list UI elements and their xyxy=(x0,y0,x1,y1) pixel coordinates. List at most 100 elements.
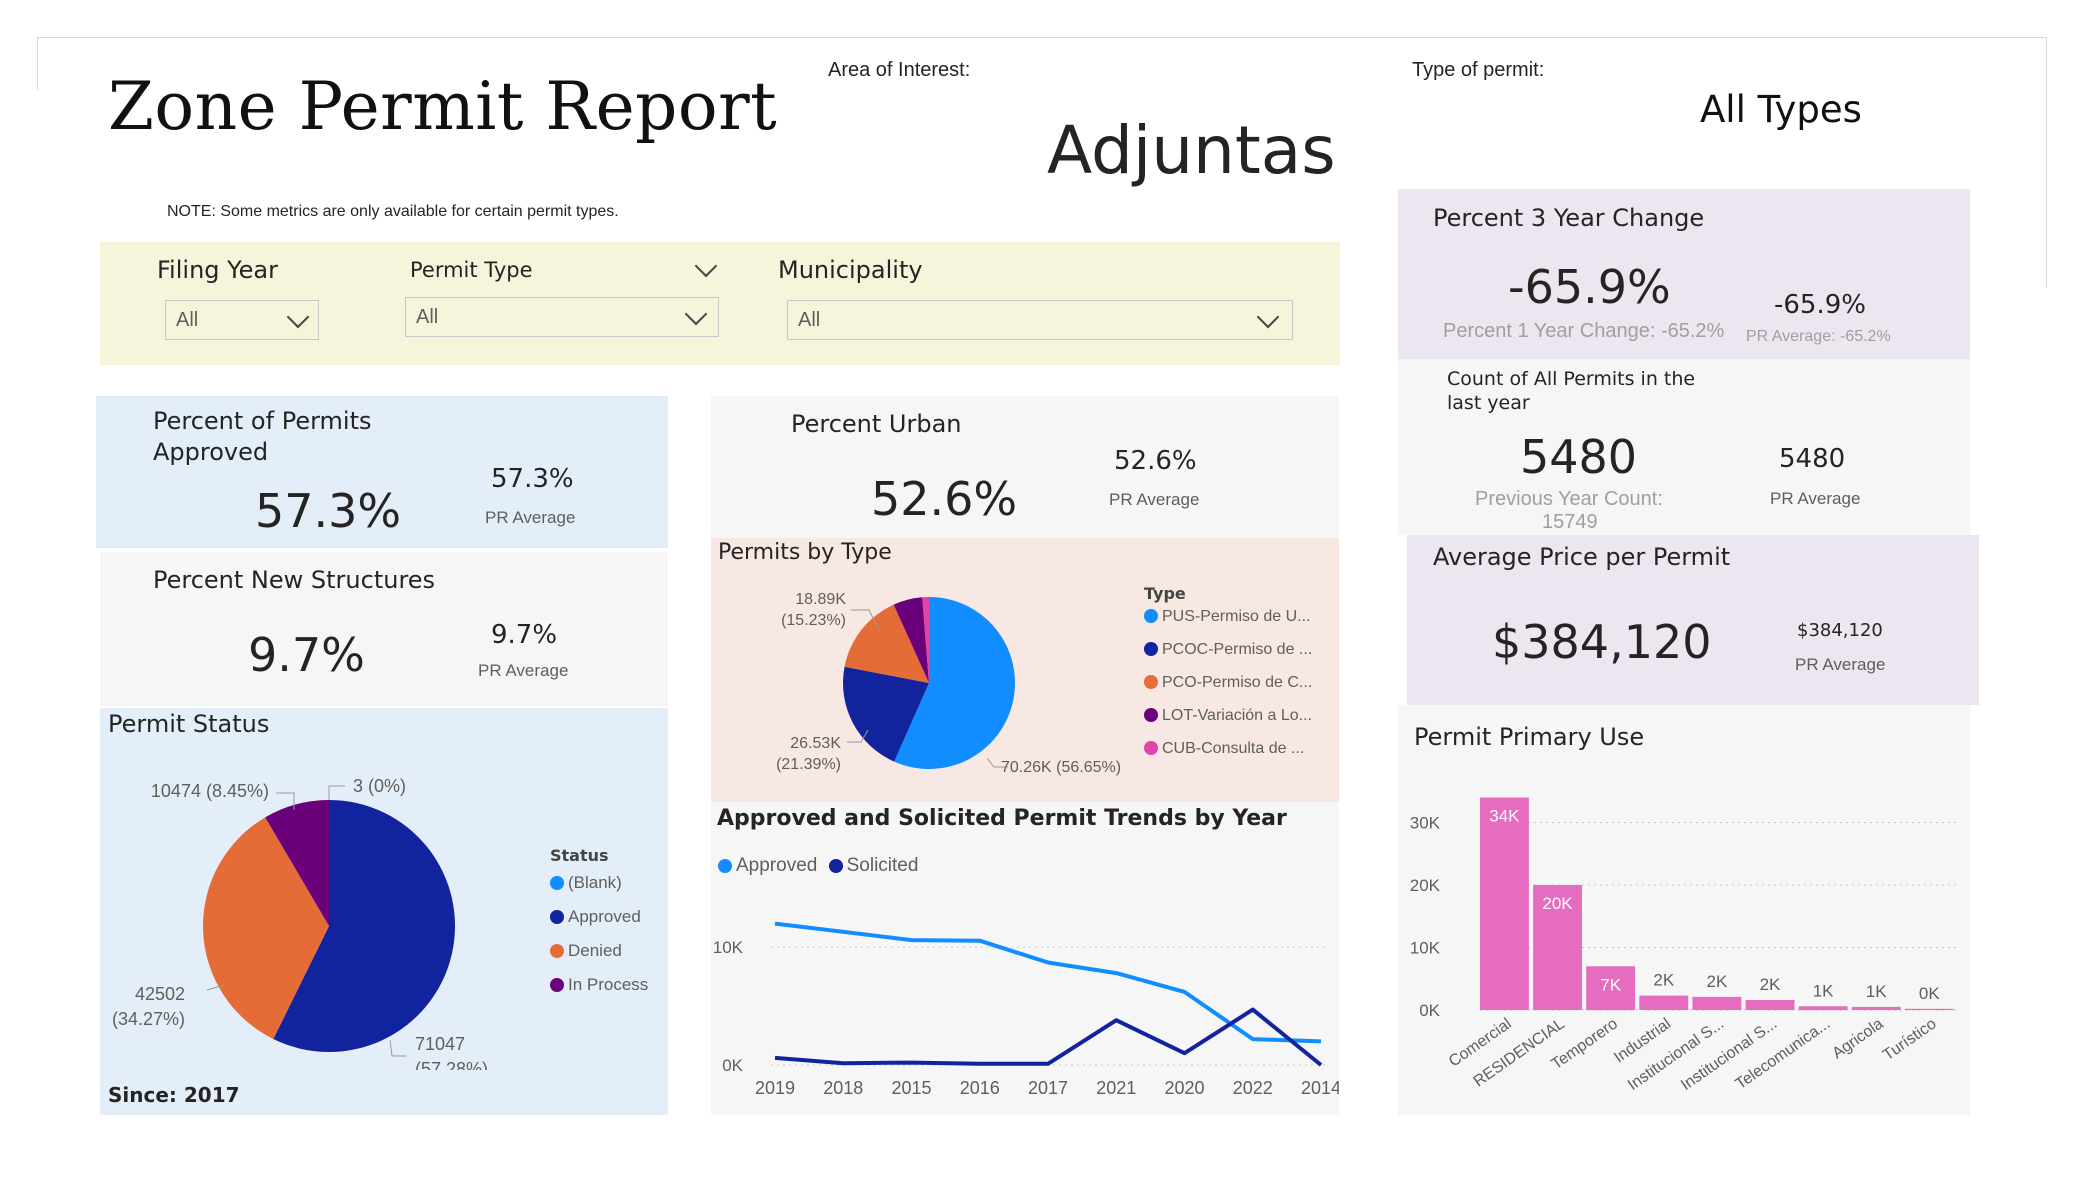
legend-item-blank[interactable]: (Blank) xyxy=(550,873,648,893)
slice-label-denied-percent: (34.27%) xyxy=(112,1009,185,1029)
legend-title: Type xyxy=(1144,584,1186,603)
x-tick-label: RESIDENCIAL xyxy=(1471,1015,1568,1090)
approved-value: 57.3% xyxy=(255,484,402,538)
y-tick-label: 10K xyxy=(713,938,744,957)
legend-item-denied[interactable]: Denied xyxy=(550,941,648,961)
bar[interactable] xyxy=(1480,797,1529,1011)
data-label: 34K xyxy=(1489,807,1520,826)
slice-label-blank: 3 (0%) xyxy=(353,776,406,796)
series-line-approved[interactable] xyxy=(774,921,1322,1044)
bar[interactable] xyxy=(1639,995,1689,1010)
municipality-dropdown[interactable]: All xyxy=(787,300,1293,340)
x-tick-label: 2016 xyxy=(960,1078,1000,1098)
average-price-pr-value: $384,120 xyxy=(1797,620,1883,641)
legend-dot xyxy=(550,876,564,890)
permit-type-value: All Types xyxy=(1700,88,1862,131)
data-label: 2K xyxy=(1707,972,1728,991)
area-of-interest-value: Adjuntas xyxy=(1047,112,1336,189)
filing-year-dropdown[interactable]: All xyxy=(165,300,319,340)
legend-item-approved[interactable]: Approved xyxy=(718,855,817,876)
permits-by-type-title: Permits by Type xyxy=(718,540,892,565)
permits-by-type-pie-chart: 18.89K (15.23%) 26.53K (21.39%) 70.26K (… xyxy=(776,591,1121,776)
permits-by-type-legend: Type PUS-Permiso de U... PCOC-Permiso de… xyxy=(1144,584,1312,758)
page-title: Zone Permit Report xyxy=(108,68,778,145)
approved-title-2: Approved xyxy=(153,438,269,466)
legend-item-pus[interactable]: PUS-Permiso de U... xyxy=(1144,608,1312,626)
slice-label-approved-value: 71047 xyxy=(415,1034,465,1054)
new-structures-title: Percent New Structures xyxy=(153,566,436,594)
legend-item-solicited[interactable]: Solicited xyxy=(828,855,918,876)
x-tick-label: 2018 xyxy=(823,1078,863,1098)
primary-use-title: Permit Primary Use xyxy=(1414,723,1645,751)
permit-status-title: Permit Status xyxy=(108,710,270,738)
permit-count-pr-label: PR Average xyxy=(1770,489,1861,508)
bar[interactable] xyxy=(1798,1006,1848,1011)
legend-item-cub[interactable]: CUB-Consulta de ... xyxy=(1144,740,1312,758)
slice-label-pus: 70.26K (56.65%) xyxy=(1001,759,1121,776)
y-tick-label: 30K xyxy=(1410,814,1441,833)
average-price-value: $384,120 xyxy=(1492,615,1712,669)
trends-line-chart: 0K 10K 2019 2018 2015 2016 2017 2021 2020 2022 201… xyxy=(713,921,1339,1098)
permit-type-dropdown[interactable]: All xyxy=(405,297,719,337)
legend-item-in-process[interactable]: In Process xyxy=(550,975,648,995)
three-year-change-title: Percent 3 Year Change xyxy=(1433,204,1705,232)
new-structures-value: 9.7% xyxy=(248,628,365,682)
filing-year-value: All xyxy=(176,309,199,331)
urban-title: Percent Urban xyxy=(791,410,962,438)
x-tick-label: Institucional S... xyxy=(1625,1015,1727,1094)
urban-pr-label: PR Average xyxy=(1109,490,1200,509)
average-price-title: Average Price per Permit xyxy=(1433,543,1731,571)
legend-item-lot[interactable]: LOT-Variación a Lo... xyxy=(1144,707,1312,725)
data-label: 7K xyxy=(1600,975,1621,994)
permit-type-filter-label: Permit Type xyxy=(410,258,533,282)
average-price-pr-label: PR Average xyxy=(1795,655,1886,674)
legend-title: Status xyxy=(550,846,609,865)
urban-pr-value: 52.6% xyxy=(1114,446,1197,476)
series-line-solicited[interactable] xyxy=(774,1007,1323,1067)
one-year-change-label: Percent 1 Year Change: -65.2% xyxy=(1443,320,1725,342)
slice-label-pco-value: 18.89K xyxy=(795,591,846,608)
previous-year-count-label: Previous Year Count: xyxy=(1475,488,1663,510)
three-year-pr-label: PR Average: -65.2% xyxy=(1746,328,1891,345)
previous-year-count-value: 15749 xyxy=(1542,511,1598,533)
y-tick-label: 0K xyxy=(722,1056,743,1075)
x-tick-label: 2019 xyxy=(755,1078,795,1098)
filing-year-label: Filing Year xyxy=(157,256,278,284)
metrics-note: NOTE: Some metrics are only available fo… xyxy=(167,203,619,220)
slice-label-pcoc-percent: (21.39%) xyxy=(776,756,841,773)
urban-value: 52.6% xyxy=(871,472,1018,526)
chevron-down-icon xyxy=(1256,305,1280,329)
permit-count-title-2: last year xyxy=(1447,392,1530,414)
legend-item-pco[interactable]: PCO-Permiso de C... xyxy=(1144,674,1312,692)
permit-type-label: Type of permit: xyxy=(1412,59,1545,81)
y-tick-label: 0K xyxy=(1419,1001,1440,1020)
legend-item-approved[interactable]: Approved xyxy=(550,907,648,927)
slice-label-in-process: 10474 (8.45%) xyxy=(151,781,269,801)
municipality-label: Municipality xyxy=(778,256,923,284)
x-tick-label: Agricola xyxy=(1829,1015,1886,1062)
permit-count-value: 5480 xyxy=(1520,430,1638,484)
data-label: 20K xyxy=(1542,894,1573,913)
legend-dot xyxy=(550,910,564,924)
municipality-value: All xyxy=(798,309,821,331)
bar[interactable] xyxy=(1851,1006,1901,1010)
three-year-pr-value: -65.9% xyxy=(1774,290,1866,320)
x-tick-label: 2017 xyxy=(1028,1078,1068,1098)
x-tick-label: 2014 xyxy=(1301,1078,1339,1098)
permit-type-filter-value: All xyxy=(416,306,439,328)
bar[interactable] xyxy=(1745,1000,1795,1010)
bar[interactable] xyxy=(1904,1008,1954,1011)
since-label: Since: 2017 xyxy=(108,1083,240,1107)
permit-status-legend: Status (Blank) Approved Denied In Proces… xyxy=(550,846,648,995)
approved-pr-label: PR Average xyxy=(485,508,576,527)
trends-title: Approved and Solicited Permit Trends by … xyxy=(717,806,1287,831)
legend-dot xyxy=(550,978,564,992)
slice-label-denied-value: 42502 xyxy=(135,984,185,1004)
new-structures-pr-label: PR Average xyxy=(478,661,569,680)
x-tick-label: 2021 xyxy=(1096,1078,1136,1098)
approved-pr-value: 57.3% xyxy=(491,464,574,494)
bar[interactable] xyxy=(1692,996,1742,1010)
y-tick-label: 20K xyxy=(1410,876,1441,895)
legend-item-pcoc[interactable]: PCOC-Permiso de ... xyxy=(1144,641,1312,659)
area-of-interest-label: Area of Interest: xyxy=(828,59,971,81)
